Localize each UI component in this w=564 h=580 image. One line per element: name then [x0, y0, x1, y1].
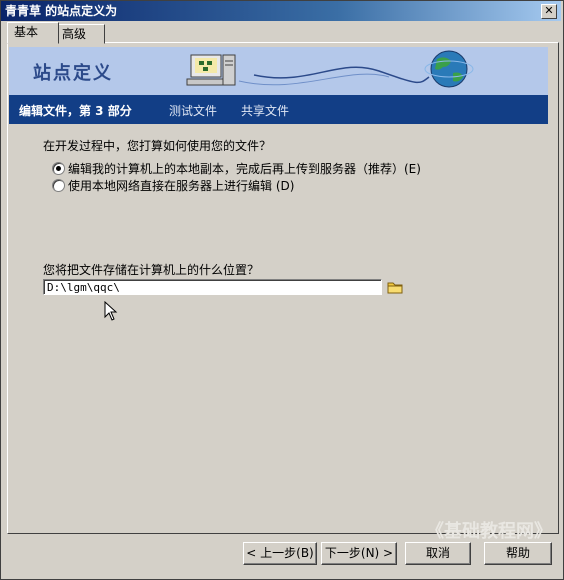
step-test-files[interactable]: 测试文件 [169, 102, 217, 119]
computer-icon [186, 54, 236, 86]
close-button[interactable]: ✕ [541, 4, 557, 19]
next-button[interactable]: 下一步(N) > [321, 542, 397, 565]
help-button[interactable]: 帮助 [484, 542, 552, 565]
option-direct-edit-label: 使用本地网络直接在服务器上进行编辑 (D) [68, 179, 295, 193]
step-current[interactable]: 编辑文件，第 3 部分 [19, 102, 132, 119]
step-share-files[interactable]: 共享文件 [241, 102, 289, 119]
tab-advanced[interactable]: 高级 [55, 24, 105, 44]
title-bar: 青青草 的站点定义为 ✕ [1, 1, 561, 21]
back-button[interactable]: < 上一步(B) [243, 542, 317, 565]
cancel-button[interactable]: 取消 [405, 542, 471, 565]
banner-graphic [186, 50, 474, 88]
question-location: 您将把文件存储在计算机上的什么位置？ [43, 263, 260, 277]
radio-local-copy[interactable] [52, 162, 65, 175]
watermark: 《基础教程网》 [426, 521, 552, 542]
option-local-copy-label: 编辑我的计算机上的本地副本，完成后再上传到服务器（推荐）(E) [68, 162, 421, 176]
close-icon: ✕ [544, 4, 554, 17]
local-folder-input[interactable]: D:\lgm\qqc\ [43, 279, 382, 295]
tab-advanced-label: 高级 [62, 27, 87, 41]
question-usage: 在开发过程中，您打算如何使用您的文件？ [43, 139, 272, 153]
mouse-cursor-icon [104, 301, 118, 321]
tab-basic[interactable]: 基本 [7, 22, 59, 44]
folder-icon[interactable] [387, 280, 403, 294]
tab-basic-label: 基本 [14, 25, 39, 39]
wizard-steps-bar: 编辑文件，第 3 部分 测试文件 共享文件 [9, 95, 548, 124]
window-title: 青青草 的站点定义为 [5, 4, 118, 18]
wizard-banner: 站点定义 [9, 47, 548, 95]
globe-icon [424, 50, 474, 88]
radio-direct-edit[interactable] [52, 179, 65, 192]
